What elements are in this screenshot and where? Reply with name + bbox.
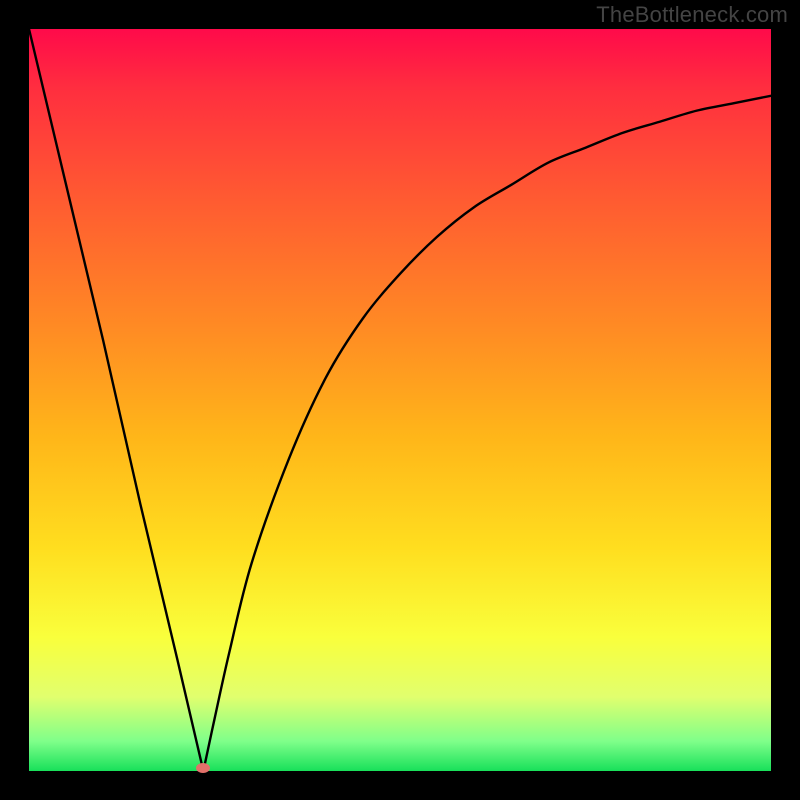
bottleneck-curve: [29, 29, 771, 771]
watermark-text: TheBottleneck.com: [596, 2, 788, 28]
minimum-marker: [196, 763, 210, 773]
plot-area: [29, 29, 771, 771]
chart-container: TheBottleneck.com: [0, 0, 800, 800]
curve-svg: [29, 29, 771, 771]
